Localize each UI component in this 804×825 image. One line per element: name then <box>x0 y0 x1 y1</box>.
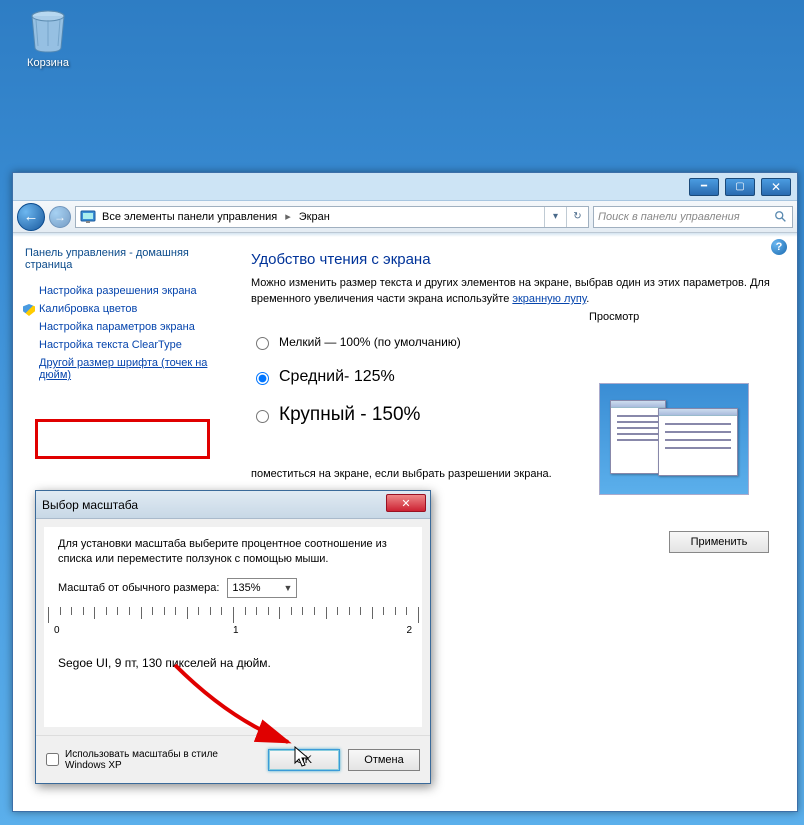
apply-button[interactable]: Применить <box>669 531 769 553</box>
dialog-instruction: Для установки масштаба выберите процентн… <box>58 537 408 568</box>
xp-style-checkbox[interactable]: Использовать масштабы в стиле Windows XP <box>46 749 260 771</box>
radio-medium-label: Средний- 125% <box>279 368 395 386</box>
breadcrumb-leaf[interactable]: Экран <box>299 211 330 223</box>
xp-style-checkbox-input[interactable] <box>46 753 59 766</box>
ok-button[interactable]: OK <box>268 749 340 771</box>
navigation-bar: ← → Все элементы панели управления ▸ Экр… <box>13 201 797 233</box>
annotation-highlight <box>35 419 210 459</box>
forward-button[interactable]: → <box>49 206 71 228</box>
maximize-button[interactable]: ▢ <box>725 178 755 196</box>
radio-large[interactable] <box>256 410 269 423</box>
sidebar-link-resolution[interactable]: Настройка разрешения экрана <box>39 285 209 297</box>
search-placeholder: Поиск в панели управления <box>598 211 740 223</box>
dialog-title-text: Выбор масштаба <box>42 498 138 512</box>
refresh-button[interactable]: ↻ <box>566 207 588 227</box>
dialog-body: Для установки масштаба выберите процентн… <box>44 527 422 727</box>
sidebar-link-calibration[interactable]: Калибровка цветов <box>39 303 209 315</box>
address-bar[interactable]: Все элементы панели управления ▸ Экран ▾… <box>75 206 589 228</box>
recycle-bin-label: Корзина <box>18 57 78 69</box>
description-text: Можно изменить размер текста и других эл… <box>251 276 771 308</box>
ruler-slider[interactable]: 0 1 2 <box>48 606 418 650</box>
recycle-bin-icon <box>24 6 72 54</box>
chevron-right-icon: ▸ <box>283 210 293 223</box>
desktop-icon-recycle-bin[interactable]: Корзина <box>18 6 78 69</box>
cancel-button[interactable]: Отмена <box>348 749 420 771</box>
minimize-button[interactable]: ━ <box>689 178 719 196</box>
breadcrumb-dropdown[interactable]: ▾ <box>544 207 566 227</box>
display-icon <box>80 209 96 225</box>
close-button[interactable]: ✕ <box>761 178 791 196</box>
radio-small[interactable] <box>256 337 269 350</box>
radio-small-label: Мелкий — 100% (по умолчанию) <box>279 335 461 349</box>
window-titlebar: ━ ▢ ✕ <box>13 173 797 201</box>
chevron-down-icon: ▼ <box>284 583 293 593</box>
search-input[interactable]: Поиск в панели управления <box>593 206 793 228</box>
breadcrumb-root[interactable]: Все элементы панели управления <box>102 211 277 223</box>
preview-caption: Просмотр <box>589 311 769 323</box>
dialog-titlebar[interactable]: Выбор масштаба ✕ <box>36 491 430 519</box>
preview-thumbnail <box>599 383 749 495</box>
sidebar-link-home[interactable]: Панель управления - домашняя страница <box>25 247 209 271</box>
sidebar-link-cleartype[interactable]: Настройка текста ClearType <box>39 339 209 351</box>
radio-medium[interactable] <box>256 372 269 385</box>
back-button[interactable]: ← <box>17 203 45 231</box>
page-title: Удобство чтения с экрана <box>251 251 771 268</box>
dialog-close-button[interactable]: ✕ <box>386 494 426 512</box>
font-sample-text: Segoe UI, 9 пт, 130 пикселей на дюйм. <box>58 656 408 670</box>
scale-value: 135% <box>232 582 260 594</box>
radio-large-label: Крупный - 150% <box>279 404 420 426</box>
sidebar-link-display-settings[interactable]: Настройка параметров экрана <box>39 321 209 333</box>
scale-label: Масштаб от обычного размера: <box>58 582 219 594</box>
magnifier-link[interactable]: экранную лупу <box>512 293 586 305</box>
scale-select[interactable]: 135% ▼ <box>227 578 297 598</box>
dialog-footer: Использовать масштабы в стиле Windows XP… <box>36 735 430 783</box>
search-icon <box>774 210 788 224</box>
dpi-dialog: Выбор масштаба ✕ Для установки масштаба … <box>35 490 431 784</box>
sidebar-link-custom-dpi[interactable]: Другой размер шрифта (точек на дюйм) <box>39 357 209 381</box>
